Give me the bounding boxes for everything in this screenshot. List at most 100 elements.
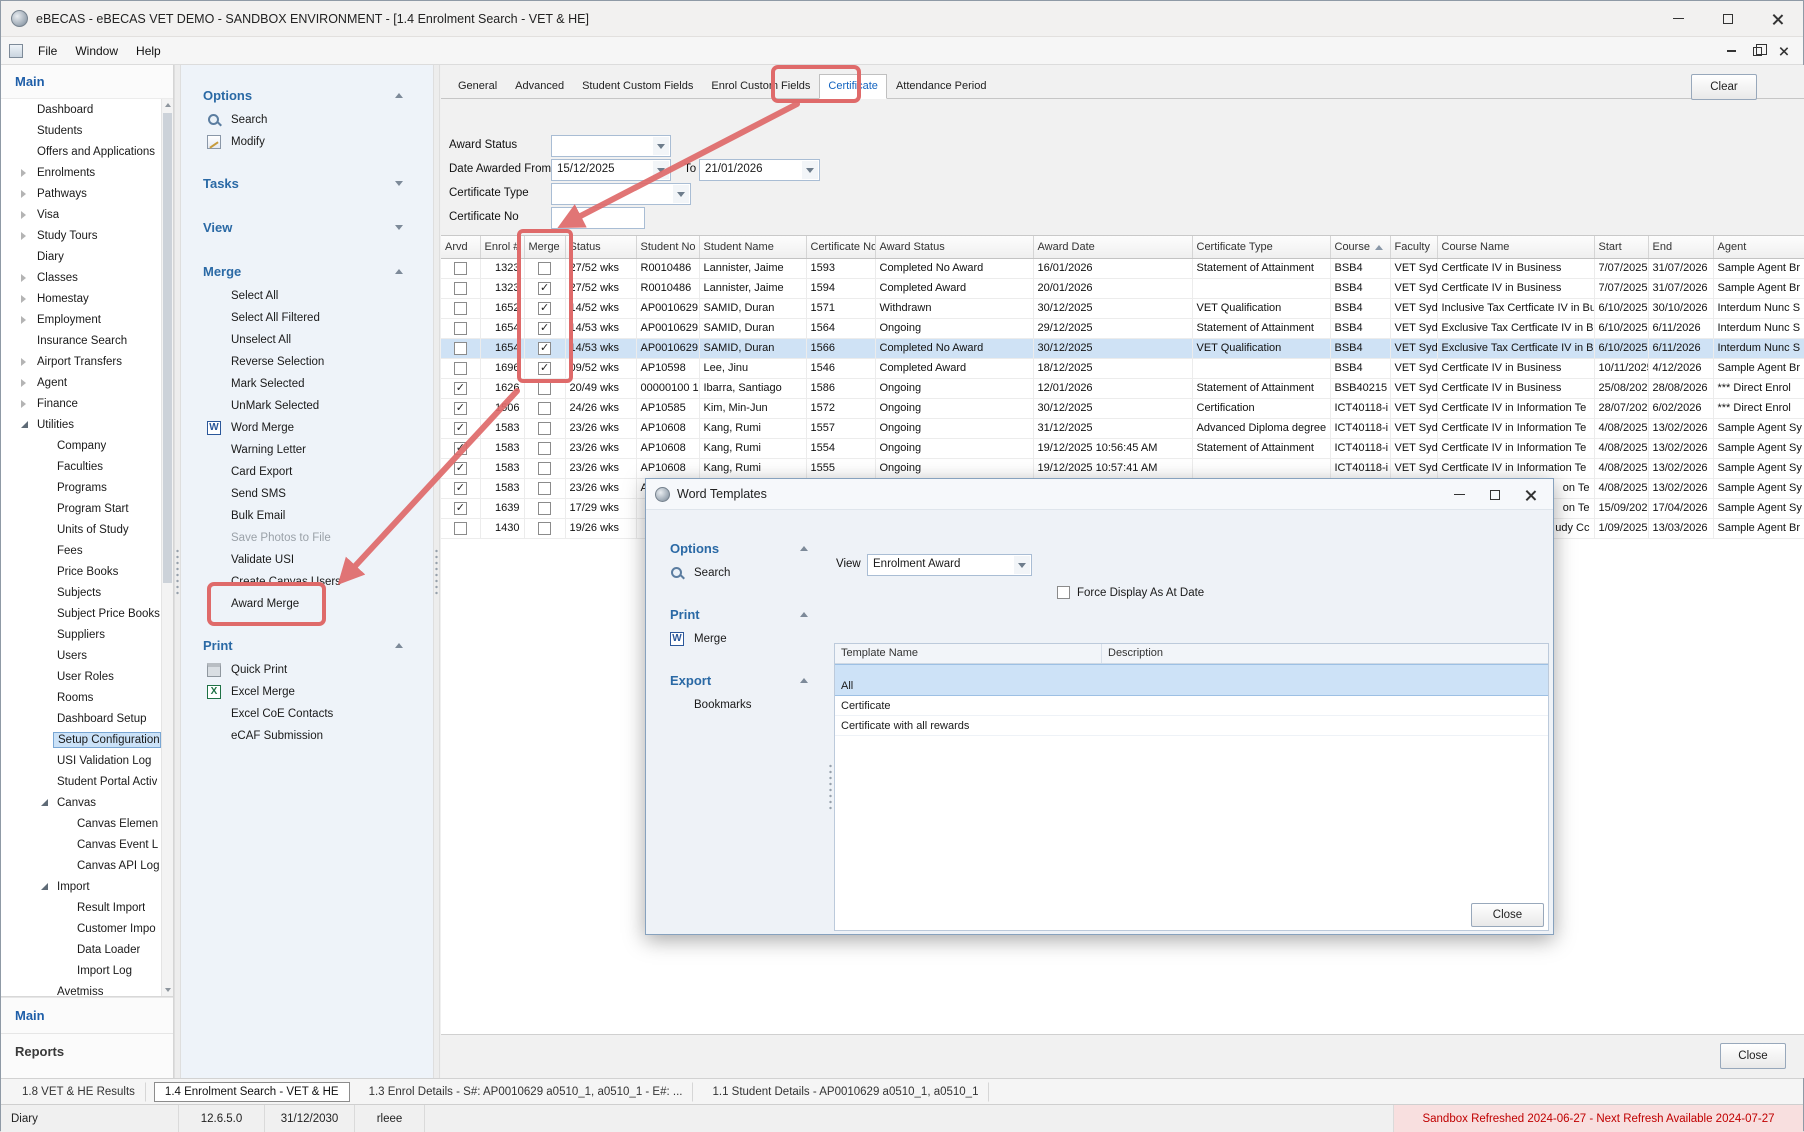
mdi-restore-button[interactable] bbox=[1746, 41, 1769, 61]
task-item-search[interactable]: Search bbox=[181, 109, 433, 131]
task-item-quick-print[interactable]: Quick Print bbox=[181, 659, 433, 681]
column-header-merge[interactable]: Merge bbox=[524, 236, 565, 258]
dialog-header-print[interactable]: Print bbox=[646, 602, 828, 628]
sidebar-item-pathways[interactable]: Pathways bbox=[1, 183, 161, 204]
sidebar-item-visa[interactable]: Visa bbox=[1, 204, 161, 225]
task-header-view[interactable]: View bbox=[181, 215, 433, 241]
sidebar-item-company[interactable]: Company bbox=[1, 435, 161, 456]
scroll-up-icon[interactable] bbox=[162, 99, 173, 111]
merge-checkbox[interactable] bbox=[538, 282, 551, 295]
task-item-mark-selected[interactable]: Mark Selected bbox=[181, 373, 433, 395]
column-header-certificate-no[interactable]: Certificate No bbox=[806, 236, 875, 258]
column-header-status[interactable]: Status bbox=[565, 236, 636, 258]
task-header-merge[interactable]: Merge bbox=[181, 259, 433, 285]
table-row[interactable]: 158323/26 wksAP10608Kang, Rumi1555Ongoin… bbox=[441, 458, 1804, 478]
task-item-word-merge[interactable]: WWord Merge bbox=[181, 417, 433, 439]
merge-checkbox[interactable] bbox=[538, 382, 551, 395]
table-row[interactable]: 158323/26 wksAP10608Kang, Rumi1554Ongoin… bbox=[441, 438, 1804, 458]
column-header-course[interactable]: Course bbox=[1330, 236, 1390, 258]
task-header-tasks[interactable]: Tasks bbox=[181, 171, 433, 197]
dialog-header-export[interactable]: Export bbox=[646, 668, 828, 694]
sidebar-item-homestay[interactable]: Homestay bbox=[1, 288, 161, 309]
table-row[interactable]: 150624/26 wksAP10585Kim, Min-Jun1572Ongo… bbox=[441, 398, 1804, 418]
task-item-excel-coe-contacts[interactable]: Excel CoE Contacts bbox=[181, 703, 433, 725]
merge-checkbox[interactable] bbox=[538, 482, 551, 495]
column-header-enrol[interactable]: Enrol # bbox=[480, 236, 524, 258]
sidebar-item-students[interactable]: Students bbox=[1, 120, 161, 141]
tab-general[interactable]: General bbox=[449, 74, 506, 99]
sidebar-item-import[interactable]: Import bbox=[1, 876, 161, 897]
arrived-checkbox[interactable] bbox=[454, 362, 467, 375]
merge-checkbox[interactable] bbox=[538, 342, 551, 355]
sidebar-item-airport-transfers[interactable]: Airport Transfers bbox=[1, 351, 161, 372]
merge-checkbox[interactable] bbox=[538, 362, 551, 375]
arrived-checkbox[interactable] bbox=[454, 502, 467, 515]
force-display-checkbox[interactable] bbox=[1057, 586, 1070, 599]
task-item-award-merge[interactable]: Award Merge bbox=[181, 593, 433, 615]
dropdown-arrow-icon[interactable] bbox=[673, 185, 689, 203]
sidebar-item-agent[interactable]: Agent bbox=[1, 372, 161, 393]
sidebar-item-user-roles[interactable]: User Roles bbox=[1, 666, 161, 687]
expand-icon[interactable] bbox=[21, 316, 26, 324]
dialog-header-options[interactable]: Options bbox=[646, 536, 828, 562]
column-header-agent[interactable]: Agent bbox=[1713, 236, 1804, 258]
sidebar-item-offers-and-applications[interactable]: Offers and Applications bbox=[1, 141, 161, 162]
scrollbar-thumb[interactable] bbox=[163, 113, 172, 583]
task-header-options[interactable]: Options bbox=[181, 83, 433, 109]
sidebar-item-units-of-study[interactable]: Units of Study bbox=[1, 519, 161, 540]
column-header-certificate-type[interactable]: Certificate Type bbox=[1192, 236, 1330, 258]
expand-icon[interactable] bbox=[21, 295, 26, 303]
clear-button[interactable]: Clear bbox=[1691, 74, 1757, 100]
merge-checkbox[interactable] bbox=[538, 442, 551, 455]
sidebar-item-finance[interactable]: Finance bbox=[1, 393, 161, 414]
document-tab-1-8-vet-he-results[interactable]: 1.8 VET & HE Results bbox=[11, 1082, 146, 1102]
certificate-type-select[interactable] bbox=[551, 183, 691, 205]
sidebar-item-customer-impo[interactable]: Customer Impo bbox=[1, 918, 161, 939]
task-item-bulk-email[interactable]: Bulk Email bbox=[181, 505, 433, 527]
arrived-checkbox[interactable] bbox=[454, 442, 467, 455]
column-header-arvd[interactable]: Arvd bbox=[441, 236, 480, 258]
sidebar-item-subjects[interactable]: Subjects bbox=[1, 582, 161, 603]
arrived-checkbox[interactable] bbox=[454, 302, 467, 315]
arrived-checkbox[interactable] bbox=[454, 482, 467, 495]
task-item-select-all-filtered[interactable]: Select All Filtered bbox=[181, 307, 433, 329]
merge-checkbox[interactable] bbox=[538, 522, 551, 535]
sidebar-item-canvas-elemen[interactable]: Canvas Elemen bbox=[1, 813, 161, 834]
date-awarded-to-input[interactable]: 21/01/2026 bbox=[699, 159, 820, 181]
tab-attendance-period[interactable]: Attendance Period bbox=[887, 74, 996, 99]
task-header-print[interactable]: Print bbox=[181, 633, 433, 659]
arrived-checkbox[interactable] bbox=[454, 522, 467, 535]
template-row-certificate-with-all-rewards[interactable]: Certificate with all rewards bbox=[835, 716, 1548, 736]
expand-icon[interactable] bbox=[21, 211, 26, 219]
merge-checkbox[interactable] bbox=[538, 502, 551, 515]
sidebar-item-canvas-api-log[interactable]: Canvas API Log bbox=[1, 855, 161, 876]
sidebar-item-programs[interactable]: Programs bbox=[1, 477, 161, 498]
sidebar-item-insurance-search[interactable]: Insurance Search bbox=[1, 330, 161, 351]
sidebar-group-main[interactable]: Main bbox=[1, 997, 173, 1033]
date-awarded-from-input[interactable]: 15/12/2025 bbox=[551, 159, 671, 181]
task-item-excel-merge[interactable]: XExcel Merge bbox=[181, 681, 433, 703]
dialog-close-button[interactable]: Close bbox=[1471, 903, 1544, 927]
arrived-checkbox[interactable] bbox=[454, 462, 467, 475]
document-tab-1-4-enrolment-search-vet-he[interactable]: 1.4 Enrolment Search - VET & HE bbox=[154, 1082, 350, 1102]
dialog-item-search[interactable]: Search bbox=[646, 562, 828, 584]
tab-student-custom-fields[interactable]: Student Custom Fields bbox=[573, 74, 702, 99]
table-row[interactable]: 165414/53 wksAP0010629SAMID, Duran1566Co… bbox=[441, 338, 1804, 358]
tab-certificate[interactable]: Certificate bbox=[819, 74, 887, 99]
sidebar-item-classes[interactable]: Classes bbox=[1, 267, 161, 288]
scroll-down-icon[interactable] bbox=[162, 984, 173, 996]
sidebar-item-subject-price-books[interactable]: Subject Price Books bbox=[1, 603, 161, 624]
table-row[interactable]: 132327/52 wksR0010486Lannister, Jaime159… bbox=[441, 278, 1804, 298]
column-header-end[interactable]: End bbox=[1648, 236, 1713, 258]
dialog-item-merge[interactable]: WMerge bbox=[646, 628, 828, 650]
column-header-template-name[interactable]: Template Name bbox=[835, 644, 1102, 663]
task-item-warning-letter[interactable]: Warning Letter bbox=[181, 439, 433, 461]
award-status-select[interactable] bbox=[551, 135, 671, 157]
template-row-all[interactable]: All bbox=[835, 664, 1548, 696]
table-row[interactable]: 158323/26 wksAP10608Kang, Rumi1557Ongoin… bbox=[441, 418, 1804, 438]
dialog-minimize-button[interactable] bbox=[1441, 479, 1477, 510]
menu-file[interactable]: File bbox=[29, 40, 66, 62]
close-button[interactable]: Close bbox=[1720, 1043, 1786, 1069]
task-item-unselect-all[interactable]: Unselect All bbox=[181, 329, 433, 351]
task-item-card-export[interactable]: Card Export bbox=[181, 461, 433, 483]
